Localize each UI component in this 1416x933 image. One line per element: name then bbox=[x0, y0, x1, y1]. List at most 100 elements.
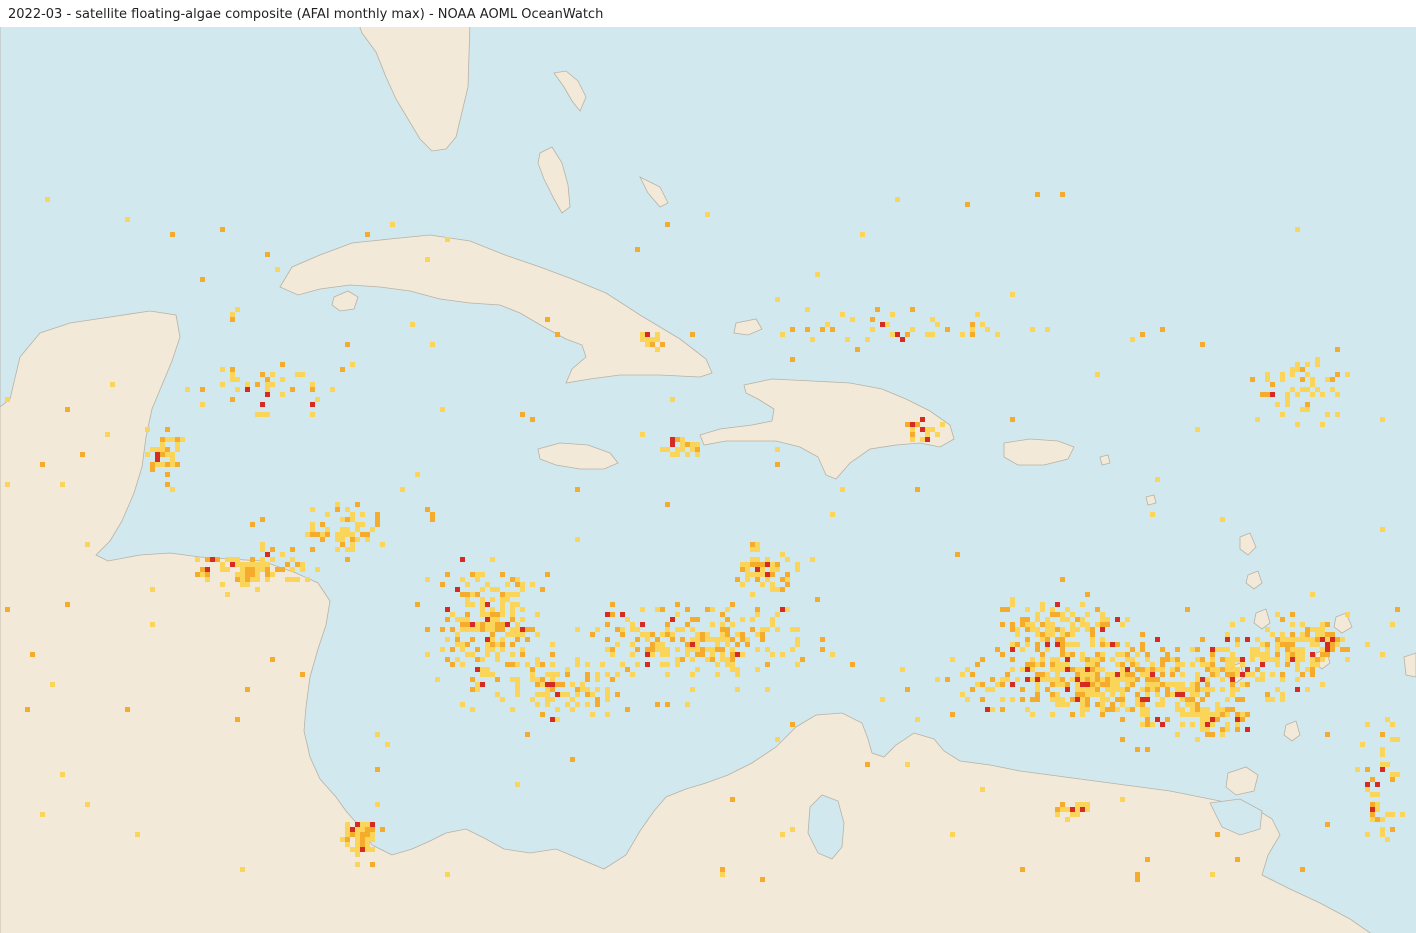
algae-density-cell bbox=[1105, 617, 1110, 622]
algae-density-cell bbox=[1030, 677, 1035, 682]
algae-density-cell bbox=[265, 567, 270, 572]
algae-density-cell bbox=[1110, 687, 1115, 692]
algae-density-cell bbox=[750, 617, 755, 622]
algae-density-cell bbox=[1320, 682, 1325, 687]
algae-density-cell bbox=[910, 307, 915, 312]
algae-density-cell bbox=[335, 537, 340, 542]
algae-density-cell bbox=[230, 397, 235, 402]
algae-density-cell bbox=[970, 687, 975, 692]
algae-density-cell bbox=[1200, 707, 1205, 712]
algae-density-cell bbox=[1070, 712, 1075, 717]
algae-density-cell bbox=[670, 437, 675, 442]
algae-density-cell bbox=[955, 552, 960, 557]
algae-density-cell bbox=[730, 652, 735, 657]
algae-density-cell bbox=[315, 397, 320, 402]
algae-density-cell bbox=[365, 232, 370, 237]
algae-density-cell bbox=[1285, 637, 1290, 642]
algae-density-cell bbox=[1235, 637, 1240, 642]
algae-density-cell bbox=[1000, 677, 1005, 682]
algae-density-cell bbox=[170, 487, 175, 492]
algae-density-cell bbox=[730, 797, 735, 802]
algae-density-cell bbox=[1145, 682, 1150, 687]
algae-density-cell bbox=[1060, 802, 1065, 807]
algae-density-cell bbox=[1240, 617, 1245, 622]
algae-density-cell bbox=[1230, 692, 1235, 697]
algae-density-cell bbox=[1235, 717, 1240, 722]
algae-density-cell bbox=[1080, 802, 1085, 807]
algae-density-cell bbox=[1270, 657, 1275, 662]
algae-density-cell bbox=[265, 377, 270, 382]
algae-density-cell bbox=[1325, 622, 1330, 627]
algae-density-cell bbox=[160, 447, 165, 452]
algae-density-cell bbox=[1110, 657, 1115, 662]
algae-density-cell bbox=[1200, 677, 1205, 682]
algae-density-cell bbox=[1085, 707, 1090, 712]
algae-density-cell bbox=[690, 442, 695, 447]
algae-density-cell bbox=[310, 412, 315, 417]
algae-density-cell bbox=[1275, 642, 1280, 647]
algae-density-cell bbox=[1290, 637, 1295, 642]
algae-density-cell bbox=[360, 847, 365, 852]
algae-density-cell bbox=[345, 557, 350, 562]
algae-density-cell bbox=[510, 602, 515, 607]
algae-density-cell bbox=[715, 637, 720, 642]
algae-density-cell bbox=[230, 562, 235, 567]
algae-density-cell bbox=[1320, 637, 1325, 642]
algae-density-cell bbox=[1060, 617, 1065, 622]
algae-density-cell bbox=[1185, 687, 1190, 692]
algae-density-cell bbox=[775, 567, 780, 572]
algae-density-cell bbox=[1195, 427, 1200, 432]
algae-density-cell bbox=[745, 577, 750, 582]
algae-density-cell bbox=[750, 557, 755, 562]
algae-density-cell bbox=[1065, 687, 1070, 692]
algae-density-cell bbox=[1320, 647, 1325, 652]
algae-density-cell bbox=[565, 702, 570, 707]
algae-density-cell bbox=[165, 482, 170, 487]
algae-density-cell bbox=[1325, 637, 1330, 642]
algae-density-cell bbox=[665, 702, 670, 707]
algae-density-cell bbox=[480, 622, 485, 627]
algae-density-cell bbox=[1095, 662, 1100, 667]
algae-density-cell bbox=[360, 827, 365, 832]
algae-density-cell bbox=[345, 547, 350, 552]
algae-density-cell bbox=[1150, 682, 1155, 687]
algae-density-cell bbox=[1195, 672, 1200, 677]
algae-density-cell bbox=[5, 482, 10, 487]
algae-density-cell bbox=[460, 642, 465, 647]
algae-density-cell bbox=[710, 637, 715, 642]
algae-density-cell bbox=[680, 637, 685, 642]
map-canvas[interactable] bbox=[0, 27, 1416, 933]
algae-density-cell bbox=[505, 622, 510, 627]
algae-density-cell bbox=[660, 447, 665, 452]
algae-density-cell bbox=[990, 707, 995, 712]
algae-density-cell bbox=[550, 717, 555, 722]
algae-density-cell bbox=[1065, 682, 1070, 687]
algae-density-cell bbox=[1050, 607, 1055, 612]
algae-density-cell bbox=[1105, 622, 1110, 627]
algae-density-cell bbox=[1060, 702, 1065, 707]
algae-density-cell bbox=[1210, 672, 1215, 677]
algae-density-cell bbox=[1055, 702, 1060, 707]
algae-density-cell bbox=[470, 677, 475, 682]
algae-density-cell bbox=[1130, 647, 1135, 652]
algae-density-cell bbox=[1330, 647, 1335, 652]
algae-density-cell bbox=[1380, 762, 1385, 767]
algae-density-cell bbox=[700, 647, 705, 652]
algae-density-cell bbox=[820, 647, 825, 652]
map-view[interactable] bbox=[0, 27, 1416, 933]
algae-density-cell bbox=[1165, 692, 1170, 697]
algae-density-cell bbox=[770, 562, 775, 567]
algae-density-cell bbox=[760, 572, 765, 577]
algae-density-cell bbox=[1070, 652, 1075, 657]
algae-density-cell bbox=[540, 662, 545, 667]
algae-density-cell bbox=[350, 847, 355, 852]
algae-density-cell bbox=[935, 432, 940, 437]
algae-density-cell bbox=[740, 582, 745, 587]
algae-density-cell bbox=[1180, 722, 1185, 727]
algae-density-cell bbox=[1320, 657, 1325, 662]
algae-density-cell bbox=[1095, 672, 1100, 677]
algae-density-cell bbox=[1025, 707, 1030, 712]
algae-density-cell bbox=[245, 387, 250, 392]
algae-density-cell bbox=[355, 827, 360, 832]
algae-density-cell bbox=[950, 832, 955, 837]
